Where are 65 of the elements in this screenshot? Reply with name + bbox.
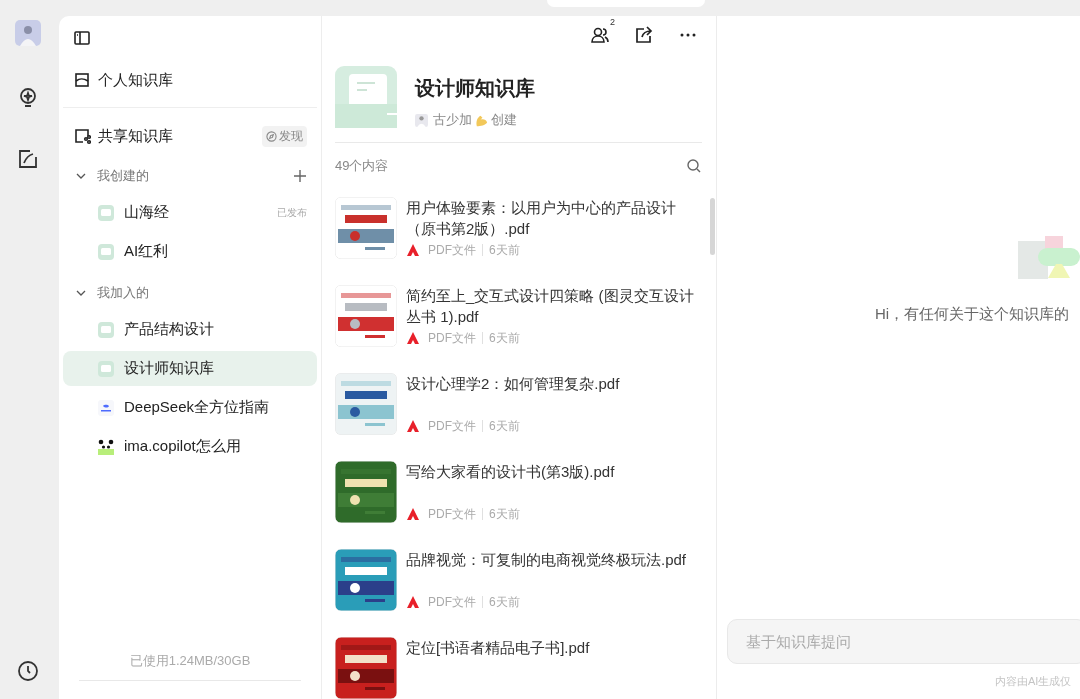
file-time: 6天前 — [489, 594, 520, 611]
file-time: 6天前 — [489, 506, 520, 523]
published-label: 已发布 — [277, 205, 307, 220]
pdf-icon — [406, 507, 420, 522]
library-item[interactable]: 设计师知识库 — [63, 351, 317, 386]
file-type: PDF文件 — [428, 418, 476, 435]
library-icon — [98, 204, 114, 221]
shared-library-label[interactable]: 共享知识库 — [98, 126, 255, 146]
file-item[interactable]: 写给大家看的设计书(第3版).pdf PDF文件 6天前 — [335, 461, 702, 523]
file-time: 6天前 — [489, 418, 520, 435]
library-icon — [98, 321, 114, 338]
file-title: 品牌视觉：可复制的电商视觉终极玩法.pdf — [406, 550, 688, 570]
file-title: 设计心理学2：如何管理复杂.pdf — [406, 374, 621, 394]
file-title: 写给大家看的设计书(第3版).pdf — [406, 462, 616, 482]
share-icon[interactable] — [634, 24, 654, 45]
storage-usage: 已使用1.24MB/30GB — [128, 652, 252, 670]
file-time: 6天前 — [489, 330, 520, 347]
avatar[interactable] — [15, 20, 41, 46]
question-input[interactable]: 基于知识库提问 — [727, 619, 1080, 664]
pdf-icon — [406, 331, 420, 346]
file-title: 定位[书语者精品电子书].pdf — [406, 638, 591, 658]
file-type: PDF文件 — [428, 594, 476, 611]
library-item[interactable]: AI红利 — [63, 234, 317, 269]
file-item[interactable]: 设计心理学2：如何管理复杂.pdf PDF文件 6天前 — [335, 373, 702, 435]
greeting-text: Hi，有任何关于这个知识库的 — [875, 305, 1070, 324]
library-title: 设计师知识库 — [415, 76, 535, 102]
file-time: 6天前 — [489, 242, 520, 259]
library-item[interactable]: DeepSeek全方位指南 — [63, 390, 317, 425]
compass-icon — [266, 130, 277, 142]
file-title: 用户体验要素：以用户为中心的产品设计（原书第2版）.pdf — [406, 198, 677, 239]
created-label: 创建 — [491, 111, 517, 130]
library-icon — [98, 243, 114, 260]
pdf-icon — [406, 419, 420, 434]
ima-logo — [1018, 236, 1080, 280]
pdf-icon — [406, 595, 420, 610]
member-count: 2 — [610, 16, 615, 27]
library-icon — [73, 71, 91, 89]
shared-library-icon — [73, 127, 91, 145]
file-type: PDF文件 — [428, 506, 476, 523]
file-item[interactable]: 用户体验要素：以用户为中心的产品设计（原书第2版）.pdf PDF文件 6天前 — [335, 197, 702, 259]
library-item[interactable]: 山海经 已发布 — [63, 195, 317, 230]
clock-icon[interactable] — [16, 659, 40, 683]
file-item[interactable]: 品牌视觉：可复制的电商视觉终极玩法.pdf PDF文件 6天前 — [335, 549, 702, 611]
edit-icon[interactable] — [16, 147, 40, 171]
scrollbar[interactable] — [710, 198, 715, 255]
library-icon — [98, 360, 114, 377]
file-item[interactable]: 简约至上_交互式设计四策略 (图灵交互设计丛书 1).pdf PDF文件 6天前 — [335, 285, 702, 347]
creator-name: 古少加 — [433, 111, 472, 130]
file-type: PDF文件 — [428, 242, 476, 259]
file-title: 简约至上_交互式设计四策略 (图灵交互设计丛书 1).pdf — [406, 286, 695, 327]
library-item[interactable]: ima.copilot怎么用 — [63, 429, 317, 464]
add-icon[interactable] — [293, 168, 307, 183]
library-item[interactable]: 产品结构设计 — [63, 312, 317, 347]
personal-library-item[interactable]: 个人知识库 — [63, 60, 317, 100]
group-label[interactable]: 我加入的 — [97, 283, 307, 302]
search-icon[interactable] — [686, 158, 702, 175]
file-item[interactable]: 定位[书语者精品电子书].pdf — [335, 637, 702, 699]
file-type: PDF文件 — [428, 330, 476, 347]
item-count: 49个内容 — [335, 157, 389, 176]
group-label[interactable]: 我创建的 — [97, 166, 283, 185]
creator-avatar — [415, 113, 428, 127]
pdf-icon — [406, 243, 420, 258]
panda-icon — [98, 438, 114, 455]
sidebar-toggle-icon[interactable] — [73, 29, 91, 47]
library-cover-icon — [335, 66, 397, 129]
